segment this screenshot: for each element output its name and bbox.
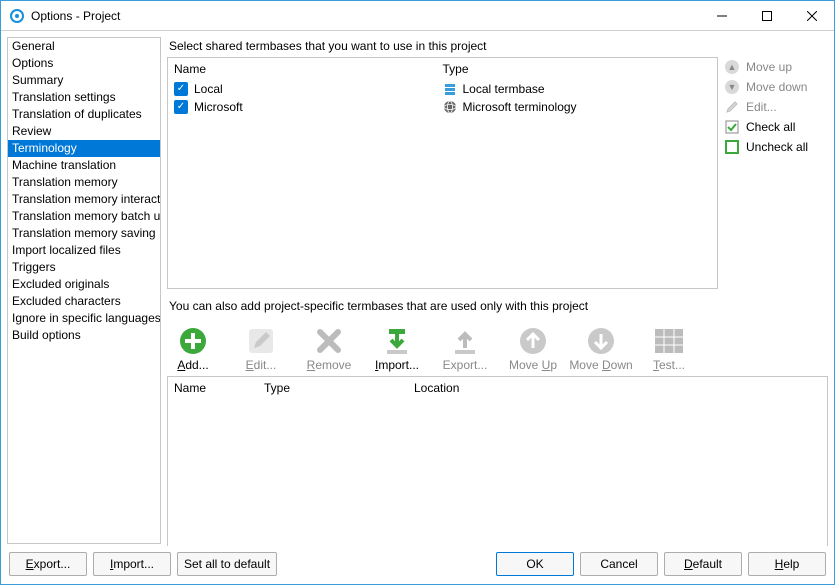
project-termbase-list[interactable]: Name Type Location xyxy=(167,376,828,546)
project-list-header: Name Type Location xyxy=(168,377,827,399)
arrow-down-icon xyxy=(585,325,617,357)
help-button[interactable]: Help xyxy=(748,552,826,576)
nav-item[interactable]: Excluded originals xyxy=(8,276,160,293)
project-heading: You can also add project-specific termba… xyxy=(169,299,828,313)
minimize-button[interactable] xyxy=(699,1,744,30)
test-button[interactable]: Test... xyxy=(643,325,695,372)
move-up-button[interactable]: Move Up xyxy=(507,325,559,372)
ok-button[interactable]: OK xyxy=(496,552,574,576)
list-item[interactable]: ✓ Local Local termbase xyxy=(168,80,717,98)
nav-item[interactable]: Translation memory saving xyxy=(8,225,160,242)
globe-icon xyxy=(443,100,457,114)
cancel-button[interactable]: Cancel xyxy=(580,552,658,576)
shared-actions: ▲ Move up ▼ Move down Edit... xyxy=(724,57,828,289)
database-icon xyxy=(443,82,457,96)
add-button[interactable]: Add... xyxy=(167,325,219,372)
title-bar: Options - Project xyxy=(1,1,834,31)
move-down-button[interactable]: Move Down xyxy=(575,325,627,372)
arrow-up-icon xyxy=(517,325,549,357)
remove-button[interactable]: Remove xyxy=(303,325,355,372)
col-name: Name xyxy=(174,381,264,395)
checkbox-empty-icon xyxy=(724,139,740,155)
default-button[interactable]: Default xyxy=(664,552,742,576)
nav-item[interactable]: Translation settings xyxy=(8,89,160,106)
nav-item[interactable]: Build options xyxy=(8,327,160,344)
item-name: Microsoft xyxy=(194,100,243,114)
checkbox-checked-icon xyxy=(724,119,740,135)
uncheck-all-action[interactable]: Uncheck all xyxy=(724,139,828,155)
pencil-icon xyxy=(245,325,277,357)
col-type: Type xyxy=(443,62,712,76)
export-button[interactable]: Export... xyxy=(439,325,491,372)
nav-item[interactable]: Translation memory interactive xyxy=(8,191,160,208)
app-icon xyxy=(9,8,25,24)
nav-item[interactable]: Translation of duplicates xyxy=(8,106,160,123)
x-icon xyxy=(313,325,345,357)
nav-item[interactable]: Options xyxy=(8,55,160,72)
nav-item[interactable]: Excluded characters xyxy=(8,293,160,310)
nav-item[interactable]: Triggers xyxy=(8,259,160,276)
window-title: Options - Project xyxy=(31,9,699,23)
export-bottom-button[interactable]: Export... xyxy=(9,552,87,576)
checkbox-icon[interactable]: ✓ xyxy=(174,100,188,114)
col-type: Type xyxy=(264,381,414,395)
pencil-icon xyxy=(724,99,740,115)
edit-button[interactable]: Edit... xyxy=(235,325,287,372)
export-icon xyxy=(449,325,481,357)
nav-item[interactable]: General xyxy=(8,38,160,55)
nav-item[interactable]: Ignore in specific languages xyxy=(8,310,160,327)
plus-icon xyxy=(177,325,209,357)
grid-icon xyxy=(653,325,685,357)
project-toolbar: Add... Edit... Remove Import... xyxy=(167,321,828,372)
arrow-down-icon: ▼ xyxy=(724,79,740,95)
shared-termbase-list[interactable]: Name Type ✓ Local Local termbase ✓ Microsoft… xyxy=(167,57,718,289)
import-bottom-button[interactable]: Import... xyxy=(93,552,171,576)
close-button[interactable] xyxy=(789,1,834,30)
list-item[interactable]: ✓ Microsoft Microsoft terminology xyxy=(168,98,717,116)
nav-item[interactable]: Translation memory xyxy=(8,174,160,191)
nav-item[interactable]: Translation memory batch usage xyxy=(8,208,160,225)
nav-item[interactable]: Machine translation xyxy=(8,157,160,174)
nav-item[interactable]: Summary xyxy=(8,72,160,89)
item-name: Local xyxy=(194,82,223,96)
item-type: Local termbase xyxy=(463,82,545,96)
set-all-default-button[interactable]: Set all to default xyxy=(177,552,277,576)
shared-heading: Select shared termbases that you want to… xyxy=(169,39,828,53)
edit-action[interactable]: Edit... xyxy=(724,99,828,115)
move-up-action[interactable]: ▲ Move up xyxy=(724,59,828,75)
nav-item[interactable]: Review xyxy=(8,123,160,140)
checkbox-icon[interactable]: ✓ xyxy=(174,82,188,96)
move-down-action[interactable]: ▼ Move down xyxy=(724,79,828,95)
col-name: Name xyxy=(174,62,443,76)
import-button[interactable]: Import... xyxy=(371,325,423,372)
content-panel: Select shared termbases that you want to… xyxy=(167,37,828,544)
nav-item[interactable]: Import localized files xyxy=(8,242,160,259)
col-location: Location xyxy=(414,381,821,395)
nav-item[interactable]: Terminology xyxy=(8,140,160,157)
maximize-button[interactable] xyxy=(744,1,789,30)
import-icon xyxy=(381,325,413,357)
options-nav: GeneralOptionsSummaryTranslation setting… xyxy=(7,37,161,544)
dialog-button-bar: Export... Import... Set all to default O… xyxy=(1,546,834,584)
shared-list-header: Name Type xyxy=(168,58,717,80)
item-type: Microsoft terminology xyxy=(463,100,577,114)
arrow-up-icon: ▲ xyxy=(724,59,740,75)
check-all-action[interactable]: Check all xyxy=(724,119,828,135)
